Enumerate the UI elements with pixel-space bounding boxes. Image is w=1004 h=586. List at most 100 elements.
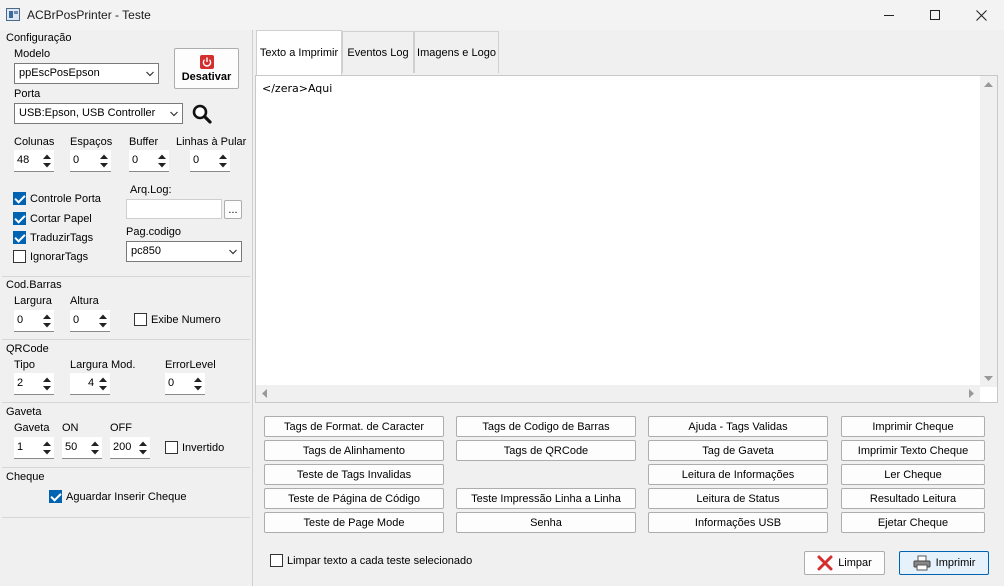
exibe-numero-label: Exibe Numero xyxy=(151,313,221,326)
ler-cheque-button[interactable]: Ler Cheque xyxy=(841,464,985,485)
chevron-down-icon xyxy=(170,111,178,117)
spin-arrows-icon xyxy=(219,154,227,168)
ajuda-tags-validas-button[interactable]: Ajuda - Tags Validas xyxy=(648,416,828,437)
checkbox-icon xyxy=(270,554,283,567)
leitura-de-status-button[interactable]: Leitura de Status xyxy=(648,488,828,509)
vertical-scrollbar[interactable] xyxy=(980,76,997,387)
imprimir-button[interactable]: Imprimir xyxy=(899,551,989,575)
porta-select[interactable]: USB:Epson, USB Controller xyxy=(14,103,183,124)
resultado-leitura-button[interactable]: Resultado Leitura xyxy=(841,488,985,509)
pagcodigo-select[interactable]: pc850 xyxy=(126,241,242,262)
modelo-select[interactable]: ppEscPosEpson xyxy=(14,63,159,84)
leitura-de-informacoes-button[interactable]: Leitura de Informações xyxy=(648,464,828,485)
cheque-group-label: Cheque xyxy=(6,471,45,483)
tab-imagens-e-logo[interactable]: Imagens e Logo xyxy=(414,31,499,73)
arqlog-input[interactable] xyxy=(126,199,222,219)
tab-label: Imagens e Logo xyxy=(417,46,496,59)
group-divider xyxy=(2,339,250,340)
barcode-altura-spin[interactable]: 0 xyxy=(70,310,110,332)
controle-porta-label: Controle Porta xyxy=(30,192,101,205)
informacoes-usb-button[interactable]: Informações USB xyxy=(648,512,828,533)
tab-label: Eventos Log xyxy=(347,46,409,59)
tags-de-qrcode-button[interactable]: Tags de QRCode xyxy=(456,440,636,461)
close-icon xyxy=(975,9,987,21)
linhas-spin[interactable]: 0 xyxy=(190,150,230,172)
spin-arrows-icon xyxy=(158,154,166,168)
search-icon xyxy=(192,104,212,124)
ignorar-tags-checkbox[interactable]: IgnorarTags xyxy=(13,250,88,263)
ejetar-cheque-button[interactable]: Ejetar Cheque xyxy=(841,512,985,533)
teste-de-page-mode-button[interactable]: Teste de Page Mode xyxy=(264,512,444,533)
tags-de-alinhamento-button[interactable]: Tags de Alinhamento xyxy=(264,440,444,461)
chevron-down-icon xyxy=(229,249,237,255)
close-icon xyxy=(817,555,833,571)
window-title: ACBrPosPrinter - Teste xyxy=(27,8,151,22)
tab-texto-a-imprimir[interactable]: Texto a Imprimir xyxy=(256,30,342,75)
senha-button[interactable]: Senha xyxy=(456,512,636,533)
tags-de-format-de-caracter-button[interactable]: Tags de Format. de Caracter xyxy=(264,416,444,437)
button-label: Ler Cheque xyxy=(884,468,942,481)
arqlog-browse-button[interactable]: ... xyxy=(224,200,242,219)
qrcode-largura-mod-spin[interactable]: 4 xyxy=(70,373,110,395)
traduzir-tags-checkbox[interactable]: TraduzirTags xyxy=(13,231,93,244)
gaveta-on-spin[interactable]: 50 xyxy=(62,437,102,459)
gaveta-spin[interactable]: 1 xyxy=(14,437,54,459)
button-label: Informações USB xyxy=(694,516,782,529)
checkbox-icon xyxy=(165,441,178,454)
limpar-texto-checkbox[interactable]: Limpar texto a cada teste selecionado xyxy=(270,554,472,567)
aguardar-cheque-checkbox[interactable]: Aguardar Inserir Cheque xyxy=(49,490,186,503)
button-label: Tags de QRCode xyxy=(503,444,589,457)
search-port-button[interactable] xyxy=(190,102,214,126)
barcode-largura-spin[interactable]: 0 xyxy=(14,310,54,332)
imprimir-texto-cheque-button[interactable]: Imprimir Texto Cheque xyxy=(841,440,985,461)
imprimir-cheque-button[interactable]: Imprimir Cheque xyxy=(841,416,985,437)
buffer-spin[interactable]: 0 xyxy=(129,150,169,172)
barcode-altura-value: 0 xyxy=(73,314,80,326)
maximize-button[interactable] xyxy=(912,0,958,30)
gaveta-off-spin[interactable]: 200 xyxy=(110,437,150,459)
checkbox-icon xyxy=(13,250,26,263)
teste-de-tags-invalidas-button[interactable]: Teste de Tags Invalidas xyxy=(264,464,444,485)
qrcode-errorlevel-label: ErrorLevel xyxy=(165,359,216,371)
tag-de-gaveta-button[interactable]: Tag de Gaveta xyxy=(648,440,828,461)
spin-arrows-icon xyxy=(139,441,147,455)
scroll-right-icon xyxy=(969,389,974,398)
qrcode-tipo-spin[interactable]: 2 xyxy=(14,373,54,395)
checkbox-icon xyxy=(49,490,62,503)
qrcode-largura-mod-label: Largura Mod. xyxy=(70,359,136,371)
spin-arrows-icon xyxy=(99,377,107,391)
controle-porta-checkbox[interactable]: Controle Porta xyxy=(13,192,101,205)
title-bar: ACBrPosPrinter - Teste xyxy=(0,0,1004,30)
qrcode-errorlevel-spin[interactable]: 0 xyxy=(165,373,205,395)
cortar-papel-checkbox[interactable]: Cortar Papel xyxy=(13,212,92,225)
tab-eventos-log[interactable]: Eventos Log xyxy=(342,31,414,73)
gaveta-value: 1 xyxy=(17,441,24,453)
colunas-value: 48 xyxy=(17,154,30,166)
gaveta-label: Gaveta xyxy=(14,422,50,434)
arqlog-label: Arq.Log: xyxy=(130,184,172,196)
espacos-spin[interactable]: 0 xyxy=(70,150,111,172)
desativar-button[interactable]: Desativar xyxy=(174,48,239,89)
horizontal-scrollbar[interactable] xyxy=(256,385,980,402)
tags-de-codigo-de-barras-button[interactable]: Tags de Codigo de Barras xyxy=(456,416,636,437)
scroll-left-icon xyxy=(262,389,267,398)
app-icon xyxy=(6,8,20,21)
text-editor[interactable]: </zera>Aqui xyxy=(255,75,998,403)
close-button[interactable] xyxy=(958,0,1004,30)
spin-arrows-icon xyxy=(43,441,51,455)
teste-impressao-linha-a-linha-button[interactable]: Teste Impressão Linha a Linha xyxy=(456,488,636,509)
exibe-numero-checkbox[interactable]: Exibe Numero xyxy=(134,313,221,326)
button-label: Tags de Format. de Caracter xyxy=(283,420,424,433)
limpar-button[interactable]: Limpar xyxy=(804,551,885,575)
panel-divider xyxy=(252,30,253,586)
teste-de-pagina-de-codigo-button[interactable]: Teste de Página de Código xyxy=(264,488,444,509)
invertido-checkbox[interactable]: Invertido xyxy=(165,441,224,454)
minimize-button[interactable] xyxy=(866,0,912,30)
ignorar-tags-label: IgnorarTags xyxy=(30,250,89,263)
linhas-value: 0 xyxy=(193,154,200,166)
colunas-spin[interactable]: 48 xyxy=(14,150,54,172)
spin-arrows-icon xyxy=(91,441,99,455)
button-label: Teste de Tags Invalidas xyxy=(296,468,412,481)
cortar-papel-label: Cortar Papel xyxy=(30,212,92,225)
browse-label: ... xyxy=(228,203,238,216)
